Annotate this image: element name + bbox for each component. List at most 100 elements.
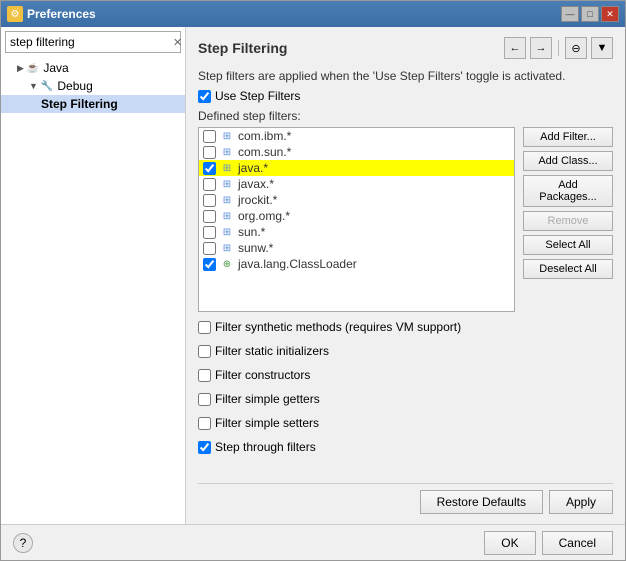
window-title: Preferences <box>27 7 96 21</box>
select-all-button[interactable]: Select All <box>523 235 613 255</box>
filter-item-com-sun[interactable]: ⊞ com.sun.* <box>199 144 514 160</box>
filter-item-javax[interactable]: ⊞ javax.* <box>199 176 514 192</box>
filter-constructors-row: Filter constructors <box>198 368 613 382</box>
filter-setters-checkbox[interactable] <box>198 417 211 430</box>
filters-list: ⊞ com.ibm.* ⊞ com.sun.* ⊞ java.* <box>198 127 515 312</box>
footer: ? OK Cancel <box>1 524 625 560</box>
filter-setters-row: Filter simple setters <box>198 416 613 430</box>
filter-label-com-sun: com.sun.* <box>238 145 291 159</box>
filter-checkbox-java[interactable] <box>203 162 216 175</box>
filter-label-javax: javax.* <box>238 177 274 191</box>
filter-static-checkbox[interactable] <box>198 345 211 358</box>
filter-item-sunw[interactable]: ⊞ sunw.* <box>199 240 514 256</box>
maximize-button[interactable]: □ <box>581 6 599 22</box>
right-panel: Step Filtering ← → ⊖ ▼ Step filters are … <box>186 27 625 524</box>
filter-item-jrockit[interactable]: ⊞ jrockit.* <box>199 192 514 208</box>
tree-label-step-filtering: Step Filtering <box>41 97 118 111</box>
search-clear-button[interactable]: ✕ <box>169 34 186 51</box>
collapse-button[interactable]: ⊖ <box>565 37 587 59</box>
filter-label-java: java.* <box>238 161 268 175</box>
add-class-button[interactable]: Add Class... <box>523 151 613 171</box>
tree-item-debug[interactable]: ▼ 🔧 Debug <box>1 77 185 95</box>
add-filter-button[interactable]: Add Filter... <box>523 127 613 147</box>
help-button[interactable]: ? <box>13 533 33 553</box>
add-packages-button[interactable]: Add Packages... <box>523 175 613 207</box>
panel-title: Step Filtering <box>198 40 287 60</box>
filter-checkbox-sun[interactable] <box>203 226 216 239</box>
filter-checkbox-jrockit[interactable] <box>203 194 216 207</box>
filter-synthetic-checkbox[interactable] <box>198 321 211 334</box>
filter-label-jrockit: jrockit.* <box>238 193 277 207</box>
search-input[interactable] <box>6 32 169 52</box>
defined-filters-label: Defined step filters: <box>198 109 613 123</box>
toolbar-separator <box>558 40 559 56</box>
menu-button[interactable]: ▼ <box>591 37 613 59</box>
class-icon-classloader: ⊕ <box>220 257 234 271</box>
package-icon-com-sun: ⊞ <box>220 145 234 159</box>
package-icon-com-ibm: ⊞ <box>220 129 234 143</box>
use-step-filters-checkbox[interactable] <box>198 90 211 103</box>
step-through-label: Step through filters <box>215 440 316 454</box>
deselect-all-button[interactable]: Deselect All <box>523 259 613 279</box>
back-button[interactable]: ← <box>504 37 526 59</box>
filter-label-sun: sun.* <box>238 225 265 239</box>
step-through-checkbox[interactable] <box>198 441 211 454</box>
main-content: ✕ ▶ ☕ Java ▼ 🔧 Debug Step Filtering <box>1 27 625 524</box>
filter-checkbox-com-ibm[interactable] <box>203 130 216 143</box>
package-icon-sunw: ⊞ <box>220 241 234 255</box>
filter-constructors-label: Filter constructors <box>215 368 310 382</box>
filter-constructors-checkbox[interactable] <box>198 369 211 382</box>
footer-left: ? <box>13 533 33 553</box>
java-icon: ☕ <box>27 63 39 74</box>
filter-item-java[interactable]: ⊞ java.* <box>199 160 514 176</box>
filters-section: ⊞ com.ibm.* ⊞ com.sun.* ⊞ java.* <box>198 127 613 312</box>
tree-item-java[interactable]: ▶ ☕ Java <box>1 59 185 77</box>
filter-item-classloader[interactable]: ⊕ java.lang.ClassLoader <box>199 256 514 272</box>
forward-button[interactable]: → <box>530 37 552 59</box>
package-icon-jrockit: ⊞ <box>220 193 234 207</box>
filter-label-org-omg: org.omg.* <box>238 209 290 223</box>
expand-debug-icon: ▼ <box>29 81 38 91</box>
preferences-window: ⚙ Preferences — □ ✕ ✕ ▶ ☕ Java ▼ <box>0 0 626 561</box>
filter-checkbox-classloader[interactable] <box>203 258 216 271</box>
expand-java-icon: ▶ <box>17 63 24 74</box>
filter-checkbox-javax[interactable] <box>203 178 216 191</box>
apply-button[interactable]: Apply <box>549 490 613 514</box>
package-icon-sun: ⊞ <box>220 225 234 239</box>
filter-static-row: Filter static initializers <box>198 344 613 358</box>
filter-checkbox-sunw[interactable] <box>203 242 216 255</box>
filter-buttons: Add Filter... Add Class... Add Packages.… <box>523 127 613 312</box>
restore-defaults-button[interactable]: Restore Defaults <box>420 490 543 514</box>
minimize-button[interactable]: — <box>561 6 579 22</box>
use-step-filters-row: Use Step Filters <box>198 89 613 103</box>
filter-static-label: Filter static initializers <box>215 344 329 358</box>
tree-label-java: Java <box>43 61 68 75</box>
filter-label-com-ibm: com.ibm.* <box>238 129 291 143</box>
filter-item-sun[interactable]: ⊞ sun.* <box>199 224 514 240</box>
filter-item-org-omg[interactable]: ⊞ org.omg.* <box>199 208 514 224</box>
title-buttons: — □ ✕ <box>561 6 619 22</box>
filter-label-sunw: sunw.* <box>238 241 273 255</box>
package-icon-javax: ⊞ <box>220 177 234 191</box>
step-through-row: Step through filters <box>198 440 613 454</box>
remove-button[interactable]: Remove <box>523 211 613 231</box>
ok-button[interactable]: OK <box>484 531 535 555</box>
filter-getters-label: Filter simple getters <box>215 392 320 406</box>
filter-setters-label: Filter simple setters <box>215 416 319 430</box>
filter-synthetic-label: Filter synthetic methods (requires VM su… <box>215 320 461 334</box>
extra-filters: Filter synthetic methods (requires VM su… <box>198 320 613 460</box>
title-bar-left: ⚙ Preferences <box>7 6 96 22</box>
tree-item-step-filtering[interactable]: Step Filtering <box>1 95 185 113</box>
filter-getters-checkbox[interactable] <box>198 393 211 406</box>
sidebar: ✕ ▶ ☕ Java ▼ 🔧 Debug Step Filtering <box>1 27 186 524</box>
bottom-panel-buttons: Restore Defaults Apply <box>198 483 613 514</box>
step-filter-description: Step filters are applied when the 'Use S… <box>198 69 613 83</box>
filter-checkbox-org-omg[interactable] <box>203 210 216 223</box>
tree: ▶ ☕ Java ▼ 🔧 Debug Step Filtering <box>1 57 185 524</box>
cancel-button[interactable]: Cancel <box>542 531 613 555</box>
package-icon-org-omg: ⊞ <box>220 209 234 223</box>
close-button[interactable]: ✕ <box>601 6 619 22</box>
filter-item-com-ibm[interactable]: ⊞ com.ibm.* <box>199 128 514 144</box>
filter-synthetic-row: Filter synthetic methods (requires VM su… <box>198 320 613 334</box>
filter-checkbox-com-sun[interactable] <box>203 146 216 159</box>
